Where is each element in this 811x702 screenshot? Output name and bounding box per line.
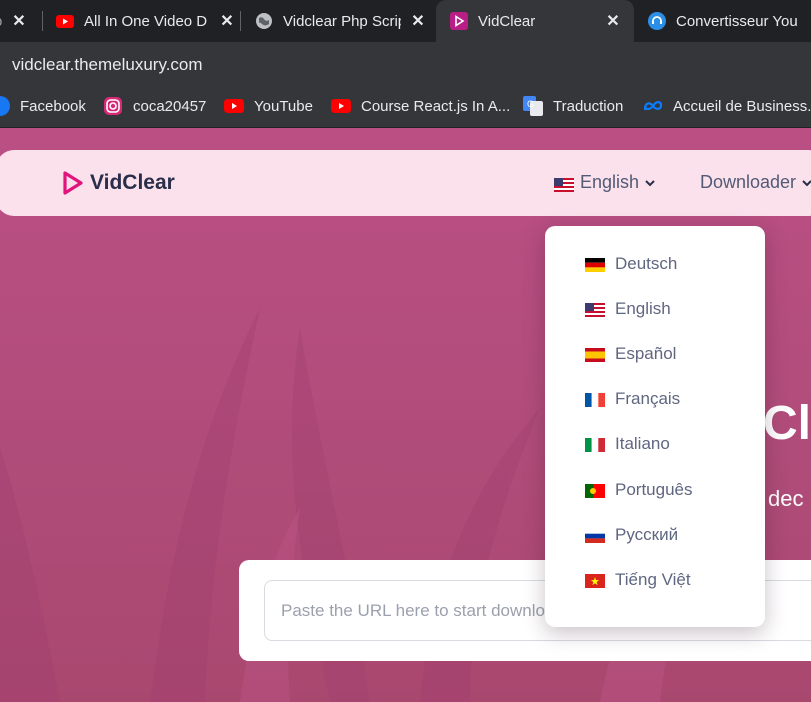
chevron-down-icon — [802, 179, 811, 186]
bookmark-label: coca20457 — [133, 97, 207, 115]
tab-title: Vidclear Php Scrip — [283, 12, 401, 30]
close-icon[interactable]: ✕ — [604, 12, 622, 30]
bookmark-label: YouTube — [254, 97, 313, 115]
close-icon[interactable]: ✕ — [409, 12, 427, 30]
site-navbar: VidClear English Downloader — [0, 150, 811, 216]
us-flag-icon — [585, 302, 605, 317]
tab-title: VidClear — [478, 12, 536, 30]
downloader-label: Downloader — [700, 172, 797, 192]
tab-vidclear-php[interactable]: Vidclear Php Scrip ✕ — [255, 0, 427, 42]
tab-vidclear[interactable]: VidClear ✕ — [436, 0, 634, 42]
language-option-label: Tiếng Việt — [615, 570, 691, 589]
bookmark-course-react[interactable]: Course React.js In A... — [331, 86, 510, 126]
language-option-label: Français — [615, 389, 681, 408]
logo-play-icon — [63, 171, 83, 195]
google-translate-icon: G — [523, 96, 543, 116]
language-selector[interactable]: English — [554, 172, 658, 193]
language-label: English — [580, 172, 640, 192]
bookmark-label: Traduction — [553, 97, 624, 115]
pt-flag-icon — [585, 483, 605, 498]
bookmark-facebook[interactable]: Facebook — [0, 86, 86, 126]
tab-title: Convertisseur You — [676, 12, 798, 30]
language-option-label: Deutsch — [615, 254, 678, 273]
language-option-deutsch[interactable]: Deutsch — [545, 244, 765, 284]
chevron-down-icon — [645, 179, 655, 186]
bookmark-traduction[interactable]: G Traduction — [523, 86, 623, 126]
language-option-label: English — [615, 299, 671, 318]
meta-icon — [643, 96, 663, 116]
close-icon[interactable]: ✕ — [218, 12, 236, 30]
close-icon[interactable]: ✕ — [10, 12, 28, 30]
bookmark-label: Facebook — [20, 97, 86, 115]
url-field[interactable]: vidclear.themeluxury.com — [12, 55, 203, 75]
bookmark-label: Accueil de Business... — [673, 97, 811, 115]
language-option-label: Português — [615, 480, 693, 499]
ru-flag-icon — [585, 528, 605, 543]
bookmarks-bar: Facebook coca20457 YouTube Course React.… — [0, 86, 811, 128]
bookmark-label: Course React.js In A... — [361, 97, 511, 115]
hero-title: Cl — [763, 397, 811, 450]
tab-title: All In One Video D — [84, 12, 208, 30]
fr-flag-icon — [585, 392, 605, 407]
language-option-english[interactable]: English — [545, 289, 765, 329]
language-option-label: Español — [615, 344, 677, 363]
facebook-icon — [0, 96, 10, 116]
youtube-icon — [331, 96, 351, 116]
language-option-portugues[interactable]: Português — [545, 470, 765, 510]
svg-text:G: G — [527, 99, 534, 109]
vidclear-icon — [450, 12, 468, 30]
youtube-icon — [224, 96, 244, 116]
youtube-icon — [56, 12, 74, 30]
address-bar: vidclear.themeluxury.com — [0, 42, 811, 86]
hero-subtitle: dec — [768, 486, 804, 511]
globe-icon — [255, 12, 273, 30]
page-content: VidClear English Downloader Cl dec Deuts… — [0, 128, 811, 702]
bookmark-instagram[interactable]: coca20457 — [103, 86, 206, 126]
downloader-menu[interactable]: Downloader — [700, 172, 811, 193]
vn-flag-icon — [585, 573, 605, 588]
es-flag-icon — [585, 347, 605, 362]
us-flag-icon — [554, 176, 574, 192]
browser-tab-bar: o ✕ All In One Video D ✕ Vidclear Php Sc… — [0, 0, 811, 42]
tab-partial[interactable]: o ✕ — [0, 0, 34, 42]
site-logo[interactable]: VidClear — [62, 171, 175, 195]
de-flag-icon — [585, 257, 605, 272]
language-option-espanol[interactable]: Español — [545, 334, 765, 374]
tab-all-in-one[interactable]: All In One Video D ✕ — [56, 0, 236, 42]
tab-convertisseur[interactable]: Convertisseur You — [648, 0, 811, 42]
language-option-russian[interactable]: Русский — [545, 515, 765, 555]
it-flag-icon — [585, 437, 605, 452]
converter-icon — [648, 12, 666, 30]
bookmark-business[interactable]: Accueil de Business... — [643, 86, 811, 126]
language-option-italiano[interactable]: Italiano — [545, 424, 765, 464]
language-dropdown: Deutsch English Español Français Italian… — [545, 226, 765, 627]
language-option-francais[interactable]: Français — [545, 379, 765, 419]
logo-text: VidClear — [90, 171, 175, 194]
language-option-label: Русский — [615, 525, 679, 544]
language-option-label: Italiano — [615, 434, 670, 453]
instagram-icon — [103, 96, 123, 116]
language-option-vietnamese[interactable]: Tiếng Việt — [545, 560, 765, 600]
bookmark-youtube[interactable]: YouTube — [224, 86, 313, 126]
